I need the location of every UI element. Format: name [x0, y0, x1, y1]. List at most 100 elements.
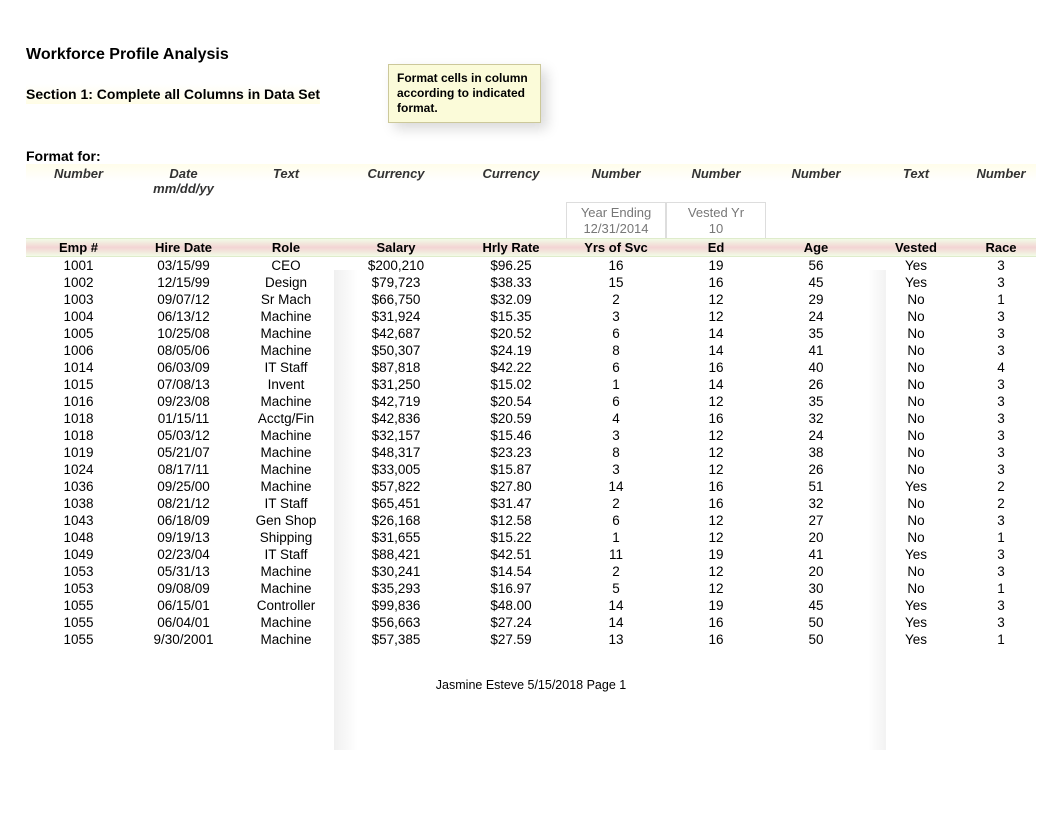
table-row: 100309/07/12Sr Mach$66,750$32.0921229No1: [26, 291, 1036, 308]
cell-rate: $15.22: [456, 529, 566, 546]
cell-hire: 08/17/11: [131, 461, 236, 478]
cell-hire: 07/08/13: [131, 376, 236, 393]
cell-age: 41: [766, 342, 866, 359]
cell-rate: $48.00: [456, 597, 566, 614]
cell-age: 30: [766, 580, 866, 597]
cell-hire: 03/15/99: [131, 257, 236, 274]
cell-race: 4: [966, 359, 1036, 376]
format-type: Number: [26, 166, 131, 181]
cell-age: 45: [766, 597, 866, 614]
cell-emp: 1053: [26, 580, 131, 597]
cell-hire: 09/25/00: [131, 478, 236, 495]
page-footer: Jasmine Esteve 5/15/2018 Page 1: [26, 678, 1036, 692]
cell-vested: Yes: [866, 257, 966, 274]
cell-age: 40: [766, 359, 866, 376]
cell-yrs: 8: [566, 342, 666, 359]
cell-race: 1: [966, 580, 1036, 597]
cell-yrs: 1: [566, 529, 666, 546]
table-row: 101609/23/08Machine$42,719$20.5461235No3: [26, 393, 1036, 410]
cell-rate: $15.46: [456, 427, 566, 444]
cell-role: Machine: [236, 393, 336, 410]
cell-race: 3: [966, 444, 1036, 461]
cell-hire: 9/30/2001: [131, 631, 236, 648]
cell-race: 3: [966, 325, 1036, 342]
cell-age: 29: [766, 291, 866, 308]
cell-age: 26: [766, 376, 866, 393]
cell-hire: 05/03/12: [131, 427, 236, 444]
cell-role: Machine: [236, 563, 336, 580]
cell-salary: $48,317: [336, 444, 456, 461]
cell-age: 50: [766, 631, 866, 648]
cell-ed: 12: [666, 308, 766, 325]
cell-emp: 1018: [26, 410, 131, 427]
cell-age: 35: [766, 325, 866, 342]
cell-race: 3: [966, 257, 1036, 274]
cell-ed: 12: [666, 461, 766, 478]
cell-ed: 16: [666, 359, 766, 376]
cell-race: 1: [966, 529, 1036, 546]
col-header: Age: [766, 239, 866, 256]
cell-emp: 1038: [26, 495, 131, 512]
cell-yrs: 8: [566, 444, 666, 461]
cell-ed: 12: [666, 512, 766, 529]
cell-salary: $33,005: [336, 461, 456, 478]
cell-hire: 06/15/01: [131, 597, 236, 614]
table-row: 102408/17/11Machine$33,005$15.8731226No3: [26, 461, 1036, 478]
table-row: 101805/03/12Machine$32,157$15.4631224No3: [26, 427, 1036, 444]
cell-race: 3: [966, 614, 1036, 631]
format-type: Currency: [336, 166, 456, 181]
cell-role: Machine: [236, 461, 336, 478]
cell-yrs: 3: [566, 461, 666, 478]
cell-emp: 1006: [26, 342, 131, 359]
cell-role: Machine: [236, 342, 336, 359]
format-subline: mm/dd/yy: [26, 181, 1036, 196]
cell-salary: $57,822: [336, 478, 456, 495]
meta-ed: Vested Yr10: [666, 202, 766, 238]
cell-vested: No: [866, 342, 966, 359]
cell-vested: No: [866, 580, 966, 597]
cell-vested: No: [866, 444, 966, 461]
format-type: Date: [131, 166, 236, 181]
format-type: Number: [766, 166, 866, 181]
cell-age: 50: [766, 614, 866, 631]
format-for-label: Format for:: [26, 148, 1036, 164]
cell-salary: $99,836: [336, 597, 456, 614]
table-row: 103609/25/00Machine$57,822$27.80141651Ye…: [26, 478, 1036, 495]
cell-hire: 09/07/12: [131, 291, 236, 308]
cell-salary: $31,250: [336, 376, 456, 393]
cell-salary: $57,385: [336, 631, 456, 648]
date-format: mm/dd/yy: [131, 181, 236, 196]
cell-ed: 14: [666, 376, 766, 393]
cell-rate: $24.19: [456, 342, 566, 359]
format-note: Format cells in column according to indi…: [388, 64, 541, 123]
cell-role: Machine: [236, 614, 336, 631]
cell-age: 20: [766, 529, 866, 546]
cell-yrs: 14: [566, 614, 666, 631]
cell-emp: 1055: [26, 614, 131, 631]
cell-yrs: 14: [566, 597, 666, 614]
cell-rate: $15.35: [456, 308, 566, 325]
cell-yrs: 6: [566, 359, 666, 376]
cell-yrs: 15: [566, 274, 666, 291]
cell-salary: $31,924: [336, 308, 456, 325]
cell-rate: $27.24: [456, 614, 566, 631]
cell-role: Gen Shop: [236, 512, 336, 529]
cell-yrs: 5: [566, 580, 666, 597]
cell-ed: 16: [666, 410, 766, 427]
cell-hire: 06/13/12: [131, 308, 236, 325]
format-type: Text: [866, 166, 966, 181]
cell-yrs: 11: [566, 546, 666, 563]
cell-age: 51: [766, 478, 866, 495]
cell-age: 32: [766, 495, 866, 512]
cell-emp: 1055: [26, 597, 131, 614]
cell-salary: $42,719: [336, 393, 456, 410]
table-row: 101507/08/13Invent$31,250$15.0211426No3: [26, 376, 1036, 393]
cell-emp: 1049: [26, 546, 131, 563]
cell-emp: 1024: [26, 461, 131, 478]
cell-rate: $16.97: [456, 580, 566, 597]
cell-vested: No: [866, 563, 966, 580]
cell-rate: $12.58: [456, 512, 566, 529]
cell-ed: 12: [666, 427, 766, 444]
meta-row: Year Ending12/31/2014 Vested Yr10: [26, 202, 1036, 238]
cell-salary: $79,723: [336, 274, 456, 291]
